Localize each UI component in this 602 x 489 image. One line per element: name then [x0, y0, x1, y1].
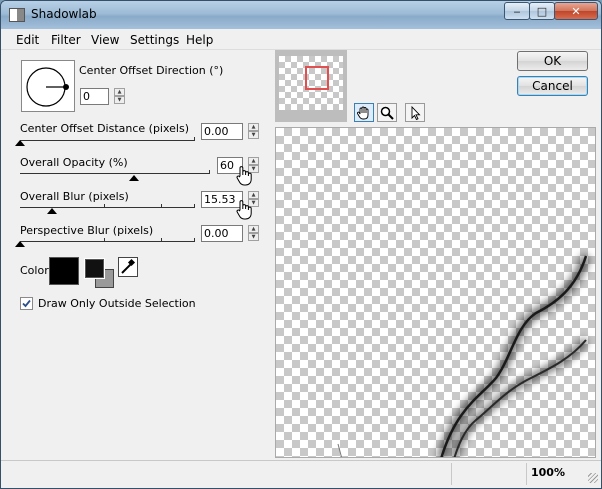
zoom-level: 100%	[531, 466, 565, 479]
close-button[interactable]: ✕	[554, 2, 598, 20]
status-bar: 100%	[1, 460, 601, 488]
blur-slider-thumb[interactable]	[46, 208, 57, 214]
opacity-label: Overall Opacity (%)	[20, 156, 128, 169]
blur-label: Overall Blur (pixels)	[20, 190, 129, 203]
hand-tool-button[interactable]	[354, 103, 374, 122]
dial-graphic	[26, 67, 69, 107]
status-divider-2	[526, 463, 527, 485]
minimize-icon: ‒	[513, 4, 521, 18]
perspective-tick-2	[161, 238, 162, 242]
distance-tick	[194, 137, 195, 141]
distance-slider-track[interactable]	[20, 140, 195, 141]
menu-help[interactable]: Help	[186, 33, 213, 47]
arrow-tool-button[interactable]	[405, 103, 425, 122]
perspective-slider-thumb[interactable]	[15, 241, 25, 247]
maximize-icon: □	[536, 4, 548, 18]
distance-slider-thumb[interactable]	[15, 140, 25, 146]
menu-bar: Edit Filter View Settings Help	[1, 30, 601, 50]
hand-cursor-icon	[236, 200, 252, 220]
minimize-button[interactable]: ‒	[504, 2, 530, 20]
window-title: Shadowlab	[31, 7, 97, 21]
zoom-tool-button[interactable]	[377, 103, 397, 122]
color-swatch[interactable]	[49, 257, 79, 285]
eyedropper-icon	[121, 258, 136, 274]
direction-label: Center Offset Direction (°)	[79, 64, 224, 77]
menu-view[interactable]: View	[91, 33, 119, 47]
cancel-button[interactable]: Cancel	[517, 76, 588, 96]
navigator-panel	[275, 50, 347, 122]
resize-grip-icon[interactable]	[588, 473, 598, 483]
zoom-tool-icon	[380, 106, 394, 120]
swap-colors-icon[interactable]	[83, 257, 115, 288]
ok-button[interactable]: OK	[517, 51, 588, 71]
direction-dial[interactable]	[21, 60, 75, 112]
status-divider-1	[451, 463, 452, 485]
direction-input[interactable]	[80, 88, 109, 105]
outside-selection-label: Draw Only Outside Selection	[38, 297, 196, 310]
shadowlab-window: Shadowlab ‒ □ ✕ Edit Filter View Setting…	[0, 0, 602, 489]
distance-label: Center Offset Distance (pixels)	[20, 122, 190, 135]
view-rectangle[interactable]	[305, 66, 329, 90]
blur-tick-2	[161, 204, 162, 208]
hand-tool-icon	[357, 106, 369, 119]
eyedropper-button[interactable]	[118, 257, 138, 277]
menu-filter[interactable]: Filter	[51, 33, 81, 47]
direction-spinner[interactable]: ▲ ▼	[114, 88, 125, 105]
perspective-spinner[interactable]: ▲ ▼	[248, 225, 259, 242]
perspective-tick-3	[194, 238, 195, 242]
menu-edit[interactable]: Edit	[16, 33, 39, 47]
hand-cursor-icon	[236, 166, 252, 186]
perspective-input[interactable]	[201, 225, 243, 242]
menu-settings[interactable]: Settings	[130, 33, 179, 47]
distance-input[interactable]	[201, 123, 243, 140]
blur-tick-1	[104, 204, 105, 208]
opacity-slider-track[interactable]	[20, 173, 210, 174]
arrow-pointer-icon	[411, 105, 421, 120]
distance-spinner[interactable]: ▲ ▼	[248, 123, 259, 140]
close-icon: ✕	[571, 4, 581, 18]
app-icon	[9, 8, 25, 22]
perspective-label: Perspective Blur (pixels)	[20, 224, 154, 237]
outside-selection-checkbox[interactable]	[20, 297, 33, 310]
shadow-preview-graphic	[337, 254, 591, 457]
perspective-tick-1	[104, 238, 105, 242]
title-bar[interactable]: Shadowlab ‒ □ ✕	[1, 1, 601, 29]
blur-tick-3	[194, 204, 195, 208]
checkmark-icon	[22, 299, 31, 308]
color-label: Color	[20, 264, 49, 277]
maximize-button[interactable]: □	[529, 2, 555, 20]
opacity-slider-thumb[interactable]	[129, 175, 139, 181]
preview-canvas[interactable]	[275, 127, 596, 458]
opacity-tick	[209, 170, 210, 174]
perspective-slider-track[interactable]	[20, 241, 195, 242]
